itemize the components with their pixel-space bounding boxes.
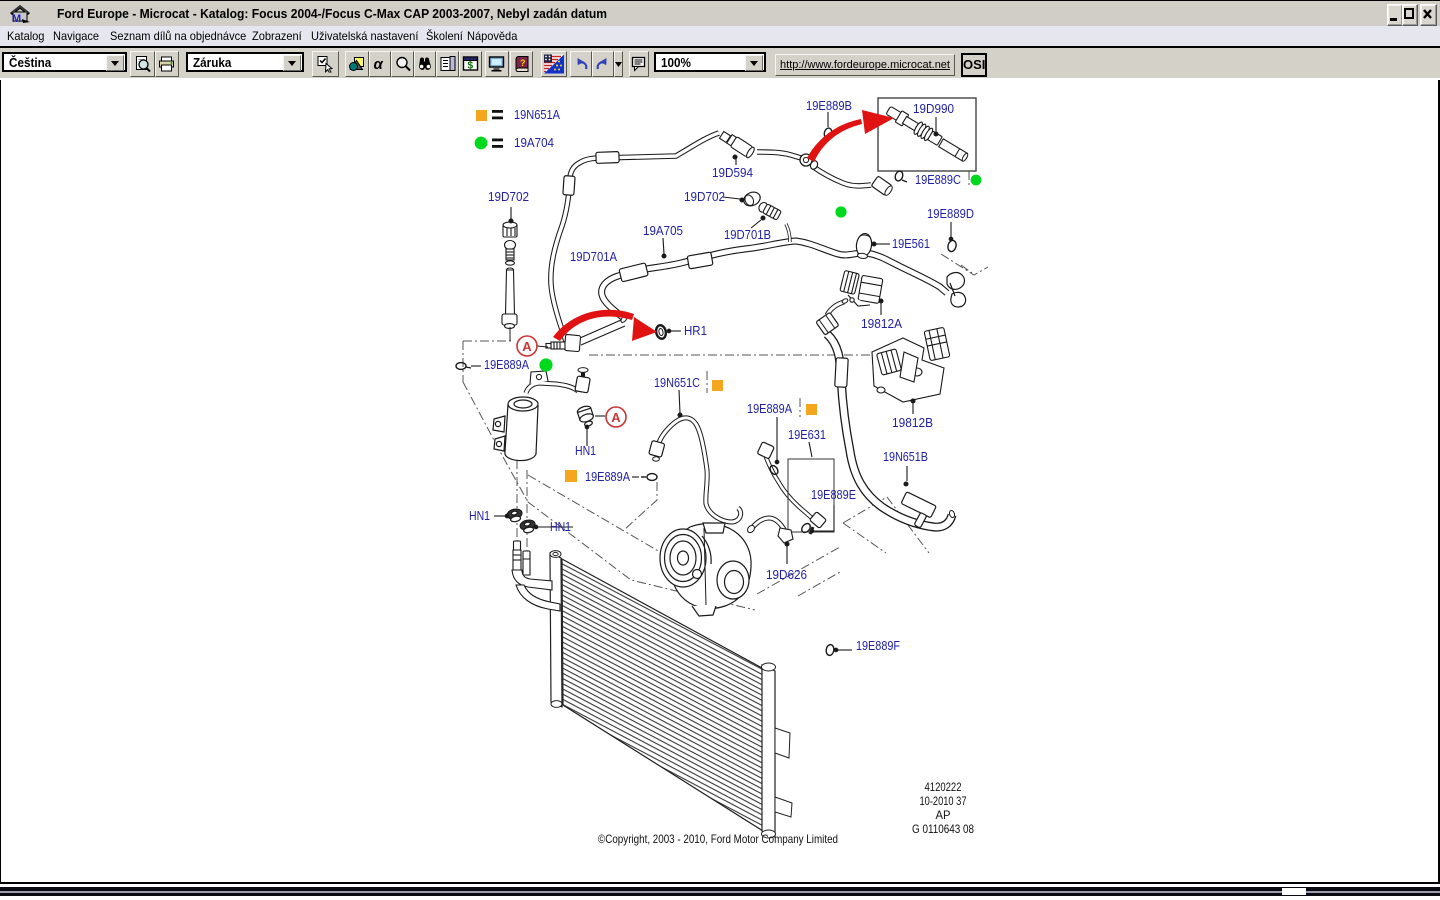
svg-text:19N651C: 19N651C (654, 375, 700, 390)
svg-text:19E889B: 19E889B (806, 98, 852, 113)
svg-text:19D701A: 19D701A (570, 249, 617, 264)
svg-text:AP: AP (936, 808, 951, 822)
svg-text:19D594: 19D594 (712, 165, 753, 180)
svg-text:A: A (611, 410, 621, 425)
svg-text:19812B: 19812B (892, 415, 933, 430)
svg-text:19E889E: 19E889E (811, 487, 856, 502)
svg-text:G 0110643 08: G 0110643 08 (912, 822, 974, 836)
svg-text:A: A (522, 339, 532, 354)
svg-text:19E889F: 19E889F (856, 638, 900, 653)
svg-text:19E889A: 19E889A (585, 469, 630, 484)
svg-text:19E889A: 19E889A (747, 401, 792, 416)
svg-text:19D702: 19D702 (488, 189, 529, 204)
svg-text:4120222: 4120222 (925, 780, 962, 794)
svg-text:19E889A: 19E889A (484, 357, 529, 372)
svg-text:19E561: 19E561 (892, 236, 930, 251)
svg-text:©Copyright, 2003 - 2010, Ford: ©Copyright, 2003 - 2010, Ford Motor Comp… (598, 832, 838, 846)
svg-text:19D626: 19D626 (766, 567, 807, 582)
svg-text:19E889C: 19E889C (915, 172, 961, 187)
svg-text:HN1: HN1 (469, 508, 490, 523)
svg-text:10-2010 37: 10-2010 37 (920, 794, 967, 808)
svg-text:19N651A: 19N651A (514, 107, 560, 122)
svg-text:19D702: 19D702 (684, 189, 725, 204)
svg-text:19E889D: 19E889D (927, 206, 974, 221)
svg-text:HN1: HN1 (575, 443, 596, 458)
svg-text:HN1: HN1 (550, 519, 571, 534)
svg-text:19E631: 19E631 (788, 427, 826, 442)
svg-text:19D701B: 19D701B (724, 227, 771, 242)
svg-text:HR1: HR1 (684, 323, 707, 338)
svg-text:19D990: 19D990 (913, 101, 954, 116)
svg-text:19N651B: 19N651B (883, 449, 928, 464)
svg-text:19A705: 19A705 (643, 223, 683, 238)
svg-text:19812A: 19812A (861, 316, 902, 331)
svg-text:19A704: 19A704 (514, 135, 554, 150)
